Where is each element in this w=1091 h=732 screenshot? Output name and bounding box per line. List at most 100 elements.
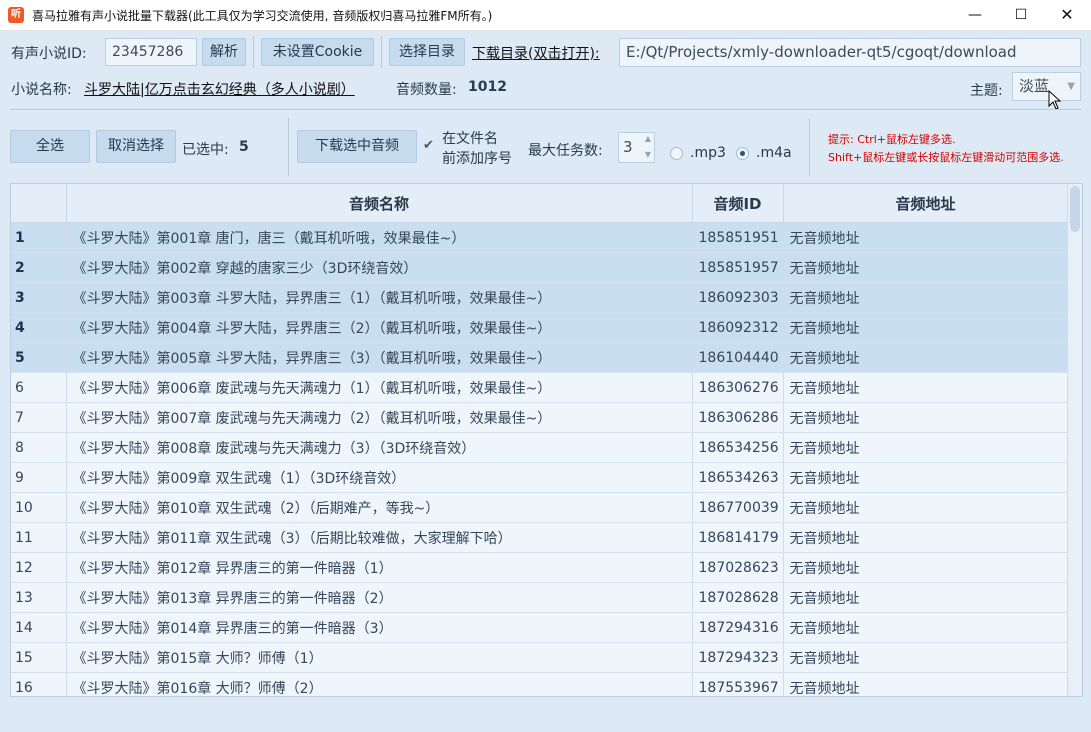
table-header-row: 音频名称 音频ID 音频地址 — [11, 184, 1069, 223]
column-header-index[interactable] — [11, 184, 67, 223]
audio-id-cell: 186092312 — [692, 312, 784, 343]
novel-name-value[interactable]: 斗罗大陆|亿万点击玄幻经典（多人小说剧） — [84, 79, 355, 99]
prefix-index-checkbox[interactable]: ✔ 在文件名 前添加序号 — [421, 126, 525, 168]
row-index: 1 — [11, 222, 67, 253]
prefix-label-line1: 在文件名 — [442, 131, 498, 147]
row-index: 10 — [11, 492, 67, 523]
column-header-name[interactable]: 音频名称 — [66, 184, 693, 223]
audio-url-cell: 无音频地址 — [783, 282, 1069, 313]
audio-name-cell: 《斗罗大陆》第004章 斗罗大陆，异界唐三（2）（戴耳机听哦，效果最佳~） — [66, 312, 693, 343]
toolbar-divider — [288, 118, 289, 176]
audio-id-cell: 186534263 — [692, 462, 784, 493]
table-row[interactable]: 15 《斗罗大陆》第015章 大师？师傅（1） 187294323 无音频地址 — [11, 642, 1069, 673]
tip-text-line1: 提示: Ctrl+鼠标左键多选. — [828, 133, 956, 146]
vertical-scrollbar[interactable] — [1067, 184, 1082, 696]
audio-table[interactable]: 音频名称 音频ID 音频地址 1 《斗罗大陆》第001章 唐门，唐三（戴耳机听哦，… — [10, 183, 1083, 697]
audio-name-cell: 《斗罗大陆》第013章 异界唐三的第一件暗器（2） — [66, 582, 693, 613]
table-row[interactable]: 10 《斗罗大陆》第010章 双生武魂（2）（后期难产，等我~） 186770039… — [11, 492, 1069, 523]
spin-down-icon[interactable]: ▼ — [645, 140, 651, 162]
table-row[interactable]: 11 《斗罗大陆》第011章 双生武魂（3）（后期比较难做，大家理解下哈） 1868… — [11, 522, 1069, 553]
row-index: 9 — [11, 462, 67, 493]
row-index: 13 — [11, 582, 67, 613]
audio-id-cell: 186306286 — [692, 402, 784, 433]
deselect-button[interactable]: 取消选择 — [96, 130, 176, 163]
audio-name-cell: 《斗罗大陆》第010章 双生武魂（2）（后期难产，等我~） — [66, 492, 693, 523]
max-tasks-spinbox[interactable]: 3 ▲ ▼ — [618, 132, 655, 163]
divider — [10, 109, 1081, 110]
checkmark-icon: ✔ — [423, 138, 434, 153]
table-row[interactable]: 3 《斗罗大陆》第003章 斗罗大陆，异界唐三（1）（戴耳机听哦，效果最佳~） 18… — [11, 282, 1069, 313]
choose-directory-button[interactable]: 选择目录 — [389, 38, 465, 66]
table-row[interactable]: 14 《斗罗大陆》第014章 异界唐三的第一件暗器（3） 187294316 无音频地… — [11, 612, 1069, 643]
audio-id-cell: 186306276 — [692, 372, 784, 403]
scrollbar-thumb[interactable] — [1070, 186, 1080, 232]
prefix-label-line2: 前添加序号 — [442, 151, 512, 167]
audio-url-cell: 无音频地址 — [783, 672, 1069, 696]
table-row[interactable]: 6 《斗罗大陆》第006章 废武魂与先天满魂力（1）（戴耳机听哦，效果最佳~） 18… — [11, 372, 1069, 403]
audio-url-cell: 无音频地址 — [783, 522, 1069, 553]
download-selected-button[interactable]: 下载选中音频 — [297, 130, 417, 163]
table-row[interactable]: 16 《斗罗大陆》第016章 大师？师傅（2） 187553967 无音频地址 — [11, 672, 1069, 696]
minimize-button[interactable]: — — [952, 0, 998, 30]
cookie-button[interactable]: 未设置Cookie — [261, 38, 374, 66]
toolbar-divider — [253, 36, 254, 68]
audio-url-cell: 无音频地址 — [783, 492, 1069, 523]
audio-name-cell: 《斗罗大陆》第008章 废武魂与先天满魂力（3）（3D环绕音效） — [66, 432, 693, 463]
table-row[interactable]: 8 《斗罗大陆》第008章 废武魂与先天满魂力（3）（3D环绕音效） 1865342… — [11, 432, 1069, 463]
audio-name-cell: 《斗罗大陆》第011章 双生武魂（3）（后期比较难做，大家理解下哈） — [66, 522, 693, 553]
app-icon: 听 — [8, 7, 24, 23]
row-index: 6 — [11, 372, 67, 403]
row-index: 2 — [11, 252, 67, 283]
audio-name-cell: 《斗罗大陆》第001章 唐门，唐三（戴耳机听哦，效果最佳~） — [66, 222, 693, 253]
audio-url-cell: 无音频地址 — [783, 642, 1069, 673]
toolbar-divider — [381, 36, 382, 68]
audio-url-cell: 无音频地址 — [783, 432, 1069, 463]
column-header-url[interactable]: 音频地址 — [783, 184, 1069, 223]
audio-id-cell: 186534256 — [692, 432, 784, 463]
table-row[interactable]: 13 《斗罗大陆》第013章 异界唐三的第一件暗器（2） 187028628 无音频地… — [11, 582, 1069, 613]
theme-select[interactable]: 淡蓝 ▼ — [1012, 72, 1081, 101]
close-button[interactable]: ✕ — [1044, 0, 1090, 30]
select-all-button[interactable]: 全选 — [10, 130, 90, 163]
parse-button[interactable]: 解析 — [202, 38, 246, 66]
radio-checked-icon — [736, 147, 749, 160]
audio-id-cell: 186092303 — [692, 282, 784, 313]
table-row[interactable]: 4 《斗罗大陆》第004章 斗罗大陆，异界唐三（2）（戴耳机听哦，效果最佳~） 18… — [11, 312, 1069, 343]
row-index: 11 — [11, 522, 67, 553]
maximize-button[interactable]: ☐ — [998, 0, 1044, 30]
audio-url-cell: 无音频地址 — [783, 312, 1069, 343]
download-dir-label[interactable]: 下载目录(双击打开): — [472, 43, 600, 63]
audio-id-cell: 186770039 — [692, 492, 784, 523]
table-row[interactable]: 5 《斗罗大陆》第005章 斗罗大陆，异界唐三（3）（戴耳机听哦，效果最佳~） 18… — [11, 342, 1069, 373]
novel-id-label: 有声小说ID: — [11, 46, 87, 62]
column-header-id[interactable]: 音频ID — [692, 184, 784, 223]
format-m4a-radio[interactable]: .m4a — [736, 145, 798, 165]
audio-id-cell: 185851951 — [692, 222, 784, 253]
table-row[interactable]: 12 《斗罗大陆》第012章 异界唐三的第一件暗器（1） 187028623 无音频地… — [11, 552, 1069, 583]
window-title: 喜马拉雅有声小说批量下载器(此工具仅为学习交流使用, 音频版权归喜马拉雅FM所有… — [32, 9, 493, 23]
table-row[interactable]: 7 《斗罗大陆》第007章 废武魂与先天满魂力（2）（戴耳机听哦，效果最佳~） 18… — [11, 402, 1069, 433]
row-index: 8 — [11, 432, 67, 463]
audio-id-cell: 185851957 — [692, 252, 784, 283]
row-index: 5 — [11, 342, 67, 373]
audio-name-cell: 《斗罗大陆》第016章 大师？师傅（2） — [66, 672, 693, 696]
audio-url-cell: 无音频地址 — [783, 372, 1069, 403]
audio-url-cell: 无音频地址 — [783, 342, 1069, 373]
row-index: 15 — [11, 642, 67, 673]
row-index: 3 — [11, 282, 67, 313]
audio-id-cell: 187028628 — [692, 582, 784, 613]
audio-id-cell: 187028623 — [692, 552, 784, 583]
audio-url-cell: 无音频地址 — [783, 612, 1069, 643]
audio-url-cell: 无音频地址 — [783, 552, 1069, 583]
max-tasks-value: 3 — [623, 138, 633, 156]
novel-id-input[interactable]: 23457286 — [105, 38, 197, 66]
selected-count: 5 — [239, 139, 249, 155]
table-row[interactable]: 9 《斗罗大陆》第009章 双生武魂（1）（3D环绕音效） 186534263 无音频… — [11, 462, 1069, 493]
audio-id-cell: 187553967 — [692, 672, 784, 696]
format-mp3-radio[interactable]: .mp3 — [670, 145, 732, 165]
table-row[interactable]: 2 《斗罗大陆》第002章 穿越的唐家三少（3D环绕音效） 185851957 无音频… — [11, 252, 1069, 283]
audio-name-cell: 《斗罗大陆》第005章 斗罗大陆，异界唐三（3）（戴耳机听哦，效果最佳~） — [66, 342, 693, 373]
mouse-cursor-icon — [1048, 90, 1062, 110]
table-row[interactable]: 1 《斗罗大陆》第001章 唐门，唐三（戴耳机听哦，效果最佳~） 185851951… — [11, 222, 1069, 253]
download-dir-input[interactable]: E:/Qt/Projects/xmly-downloader-qt5/cgoqt… — [619, 38, 1081, 67]
